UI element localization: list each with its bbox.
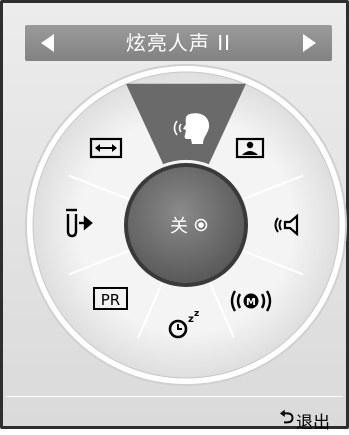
exit-button[interactable]: ⮌ 退出 [280, 405, 330, 435]
return-arrow-icon: ⮌ [279, 407, 294, 428]
option-wheel: 关 M z z PR [25, 64, 347, 386]
svg-text:z: z [194, 309, 199, 319]
footer-divider [6, 396, 343, 397]
center-label: 关 [170, 216, 188, 237]
svg-text:M: M [246, 297, 256, 308]
radio-dot-icon [198, 222, 204, 228]
quick-menu-panel: 炫亮人声 II 关 M z z PR ⮌ 退出 [0, 0, 349, 433]
svg-text:PR: PR [101, 291, 120, 309]
